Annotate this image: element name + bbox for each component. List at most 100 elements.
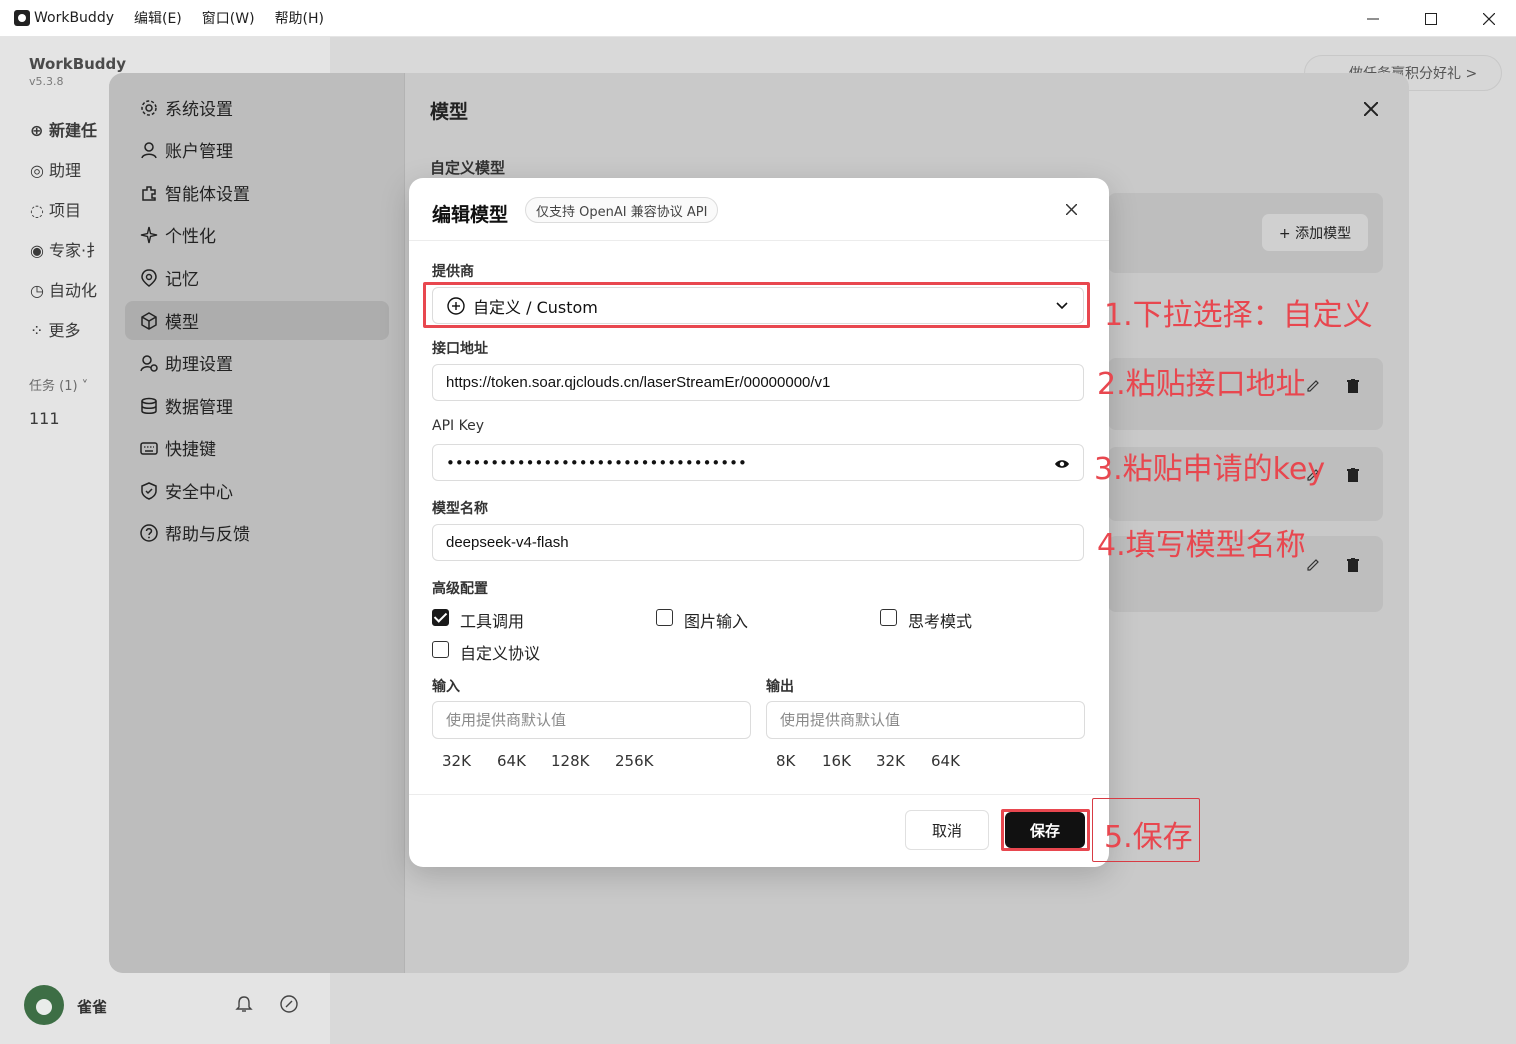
sidebar-item-experts[interactable]: ◉ 专家·扌: [30, 237, 102, 261]
highlight-provider: [423, 282, 1090, 328]
sidebar-item-label: 项目: [49, 201, 82, 220]
menu-edit[interactable]: 编辑(E): [134, 8, 182, 28]
note-step-4: 4.填写模型名称: [1097, 528, 1306, 563]
input-preset-64k[interactable]: 64K: [497, 752, 526, 770]
app-version: v5.3.8: [29, 75, 64, 88]
sidebar-item-assistant[interactable]: ◎ 助理: [30, 157, 81, 181]
maximize-button[interactable]: [1402, 0, 1460, 37]
thinking-mode-checkbox[interactable]: [880, 609, 897, 626]
endpoint-input[interactable]: [432, 364, 1084, 401]
close-window-button[interactable]: [1460, 0, 1516, 37]
settings-close-button[interactable]: [1359, 97, 1383, 121]
menu-window[interactable]: 窗口(W): [202, 8, 255, 28]
note-step-3: 3.粘贴申请的key: [1094, 452, 1326, 487]
output-preset-16k[interactable]: 16K: [822, 752, 851, 770]
avatar[interactable]: [24, 985, 64, 1025]
eye-icon[interactable]: [1054, 456, 1070, 472]
sidebar-item-automation[interactable]: ◷ 自动化: [30, 277, 97, 301]
gear-icon: [139, 98, 159, 118]
nav-item-data-management[interactable]: 数据管理: [125, 386, 389, 425]
input-preset-128k[interactable]: 128K: [551, 752, 589, 770]
add-model-button[interactable]: + 添加模型: [1262, 214, 1368, 251]
edit-icon[interactable]: [1305, 557, 1321, 573]
output-tokens-field[interactable]: [766, 701, 1085, 739]
sidebar-item-label: 新建任: [48, 121, 97, 140]
settings-title: 模型: [430, 101, 469, 123]
sidebar-item-more[interactable]: ⁘ 更多: [30, 317, 81, 341]
menu-help[interactable]: 帮助(H): [275, 8, 324, 28]
cancel-button[interactable]: 取消: [905, 810, 989, 850]
nav-item-help-feedback[interactable]: 帮助与反馈: [125, 513, 389, 552]
brand-name: WorkBuddy: [29, 55, 127, 73]
sidebar-item-new-task[interactable]: ⊕ 新建任: [30, 117, 97, 141]
nav-item-models[interactable]: 模型: [125, 301, 389, 340]
input-preset-32k[interactable]: 32K: [442, 752, 471, 770]
image-input-label: 图片输入: [684, 612, 749, 631]
image-input-checkbox[interactable]: [656, 609, 673, 626]
nav-item-label: 账户管理: [165, 142, 233, 162]
nav-item-label: 数据管理: [165, 398, 233, 418]
help-icon: [139, 523, 159, 543]
nav-item-agent-settings[interactable]: 智能体设置: [125, 173, 389, 212]
tasks-section-label[interactable]: 任务 (1) ˅: [29, 375, 88, 394]
expert-icon: ◉: [30, 241, 50, 260]
custom-protocol-checkbox[interactable]: [432, 641, 449, 658]
tool-calling-checkbox[interactable]: [432, 609, 449, 626]
nav-item-label: 模型: [165, 313, 199, 333]
nav-item-label: 安全中心: [165, 483, 233, 503]
cube-icon: [139, 311, 159, 331]
close-icon: [1483, 12, 1495, 25]
input-tokens-field[interactable]: [432, 701, 751, 739]
minimize-icon: [1367, 18, 1379, 19]
model-name-input[interactable]: [432, 524, 1084, 561]
sidebar-item-projects[interactable]: ◌ 项目: [30, 197, 81, 221]
input-preset-256k[interactable]: 256K: [615, 752, 653, 770]
nav-item-assistant-settings[interactable]: 助理设置: [125, 343, 389, 382]
custom-protocol-label: 自定义协议: [460, 644, 541, 663]
nav-item-label: 记忆: [165, 270, 199, 290]
dialog-divider: [409, 240, 1109, 241]
provider-label: 提供商: [432, 264, 474, 280]
link-icon[interactable]: [280, 995, 298, 1013]
nav-item-security[interactable]: 安全中心: [125, 471, 389, 510]
custom-models-heading: 自定义模型: [430, 159, 506, 177]
apikey-masked-value: ••••••••••••••••••••••••••••••••••: [446, 454, 747, 472]
note-step-1: 1.下拉选择：自定义: [1104, 298, 1373, 333]
endpoint-label: 接口地址: [432, 341, 488, 357]
memory-icon: [139, 268, 159, 288]
model-name-label: 模型名称: [432, 501, 488, 517]
nav-item-memory[interactable]: 记忆: [125, 258, 389, 297]
nav-item-label: 智能体设置: [165, 185, 250, 205]
sparkle-icon: [139, 225, 159, 245]
title-bar: WorkBuddy 编辑(E) 窗口(W) 帮助(H): [0, 0, 1516, 37]
trash-icon[interactable]: [1345, 467, 1361, 483]
nav-item-shortcuts[interactable]: 快捷键: [125, 428, 389, 467]
close-icon: [1364, 102, 1378, 116]
output-preset-32k[interactable]: 32K: [876, 752, 905, 770]
advanced-config-label: 高级配置: [432, 581, 488, 597]
trash-icon[interactable]: [1345, 378, 1361, 394]
nav-item-label: 个性化: [165, 227, 216, 247]
trash-icon[interactable]: [1345, 557, 1361, 573]
output-preset-8k[interactable]: 8K: [776, 752, 795, 770]
nav-item-label: 快捷键: [165, 440, 216, 460]
edit-icon[interactable]: [1305, 378, 1321, 394]
nav-item-system-settings[interactable]: 系统设置: [125, 88, 389, 127]
nav-item-personalization[interactable]: 个性化: [125, 215, 389, 254]
apikey-label: API Key: [432, 418, 484, 434]
minimize-button[interactable]: [1344, 0, 1402, 37]
protocol-tag: 仅支持 OpenAI 兼容协议 API: [525, 197, 719, 223]
output-preset-64k[interactable]: 64K: [931, 752, 960, 770]
database-icon: [139, 396, 159, 416]
nav-item-account[interactable]: 账户管理: [125, 130, 389, 169]
bell-icon[interactable]: [235, 995, 253, 1013]
user-gear-icon: [139, 353, 159, 373]
highlight-save: [1001, 809, 1090, 851]
settings-nav: 系统设置 账户管理 智能体设置 个性化 记忆 模型 助理设置 数据管理 快捷键 …: [109, 73, 405, 973]
sidebar-item-label: 专家·扌: [49, 241, 103, 260]
nav-item-label: 助理设置: [165, 355, 233, 375]
input-tokens-label: 输入: [432, 679, 460, 695]
task-item[interactable]: 111: [29, 409, 60, 428]
dialog-close-button[interactable]: [1060, 198, 1082, 220]
plus-circle-icon: ⊕: [30, 121, 49, 140]
